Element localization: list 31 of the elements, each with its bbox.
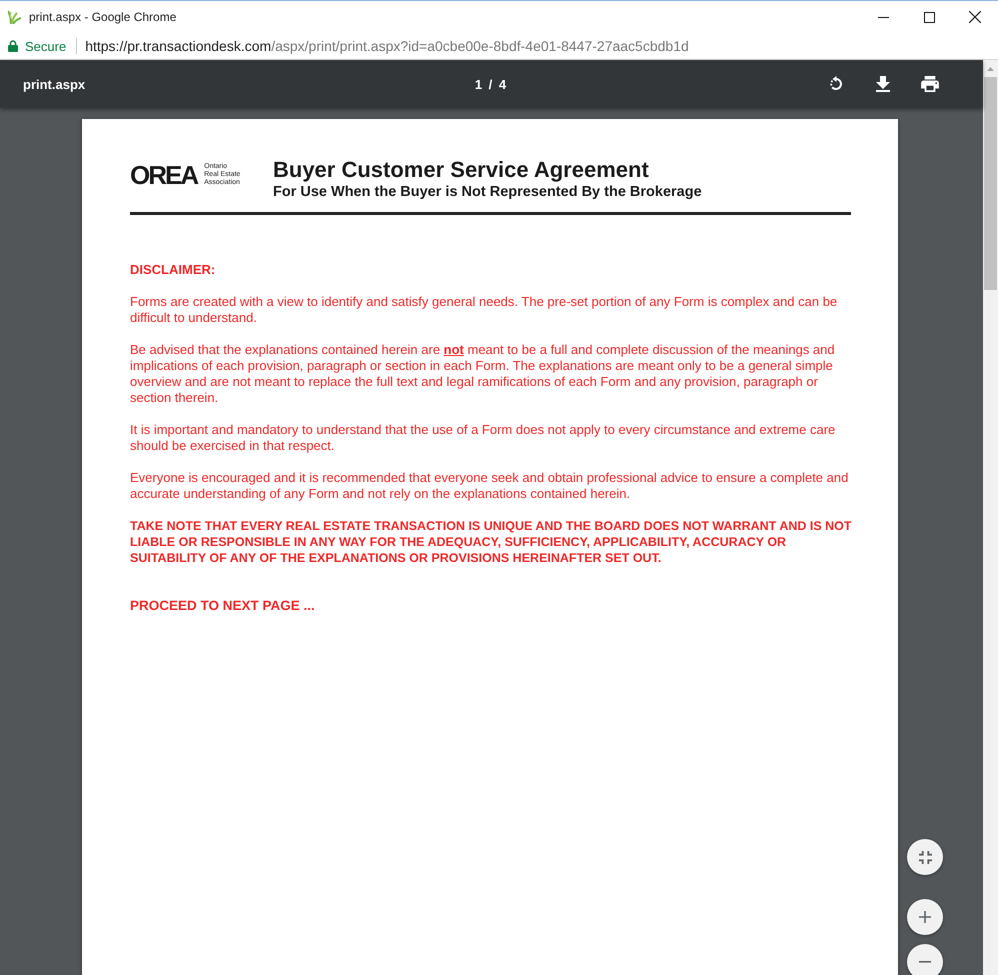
zoom-out-button[interactable] (907, 944, 943, 975)
window-title: print.aspx - Google Chrome (29, 10, 176, 24)
next-page-note: PROCEED TO NEXT PAGE ... (130, 598, 316, 614)
download-icon (876, 76, 890, 92)
fit-to-page-icon (918, 850, 932, 864)
logo-wordmark: OREA (130, 162, 198, 188)
disclaimer-paragraph: Be advised that the explanations contained herein are not meant to be a full and complete discussion of the meanings and implications of each provision, paragraph or section in each Form. The explanations are meant only to be a general simple overview and are not meant to replace the full text and legal ramifications of each Form and any provision, paragraph or section therein. (130, 342, 836, 406)
security-label: Secure (25, 38, 66, 54)
disclaimer-paragraph: Everyone is encouraged and it is recommended that everyone seek and obtain professional advice to ensure a complete and accurate understanding of any Form and not rely on the explanations contained herein. (130, 470, 850, 502)
fit-to-page-button[interactable] (907, 839, 943, 875)
disclaimer-paragraph: It is important and mandatory to understand that the use of a Form does not apply to every circumstance and extreme care should be exercised in that respect. (130, 422, 836, 454)
file-name: print.aspx (23, 76, 86, 92)
minimize-icon (878, 16, 888, 18)
rotate-icon (828, 76, 844, 92)
minus-icon (919, 961, 931, 963)
url-text[interactable]: https://pr.transactiondesk.com/aspx/print/print.aspx?id=a0cbe00e-8bdf-4e01-8447-27aac5cbdb1d (85, 38, 689, 54)
printer-icon (921, 76, 939, 92)
maximize-icon (924, 12, 934, 22)
document-subtitle: For Use When the Buyer is Not Represented By the Brokerage (273, 184, 702, 201)
padlock-icon (8, 40, 18, 52)
scrollbar[interactable] (983, 60, 998, 975)
warning-notice: TAKE NOTE THAT EVERY REAL ESTATE TRANSACTION IS UNIQUE AND THE BOARD DOES NOT WARRANT AND IS NOT LIABLE OR RESPONSIBLE IN ANY WAY FOR THE ADEQUACY, SUFFICIENCY, APPLICABILITY, ACCURACY OR SUITABILITY OF ANY OF THE EXPLANATIONS OR PROVISIONS HEREINAFTER SET OUT. (130, 518, 853, 566)
leaf-sprout-icon (8, 10, 21, 24)
document-title: Buyer Customer Service Agreement (273, 158, 650, 182)
disclaimer-paragraph: Forms are created with a view to identify and satisfy general needs. The pre-set portion of any Form is complex and can be difficult to understand. (130, 294, 838, 326)
plus-icon (919, 911, 931, 923)
zoom-in-button[interactable] (907, 899, 943, 935)
close-icon (969, 11, 981, 23)
page-indicator: 1 / 4 (474, 76, 506, 92)
disclaimer-heading: DISCLAIMER: (130, 262, 216, 278)
scrollbar-thumb[interactable] (984, 77, 997, 290)
